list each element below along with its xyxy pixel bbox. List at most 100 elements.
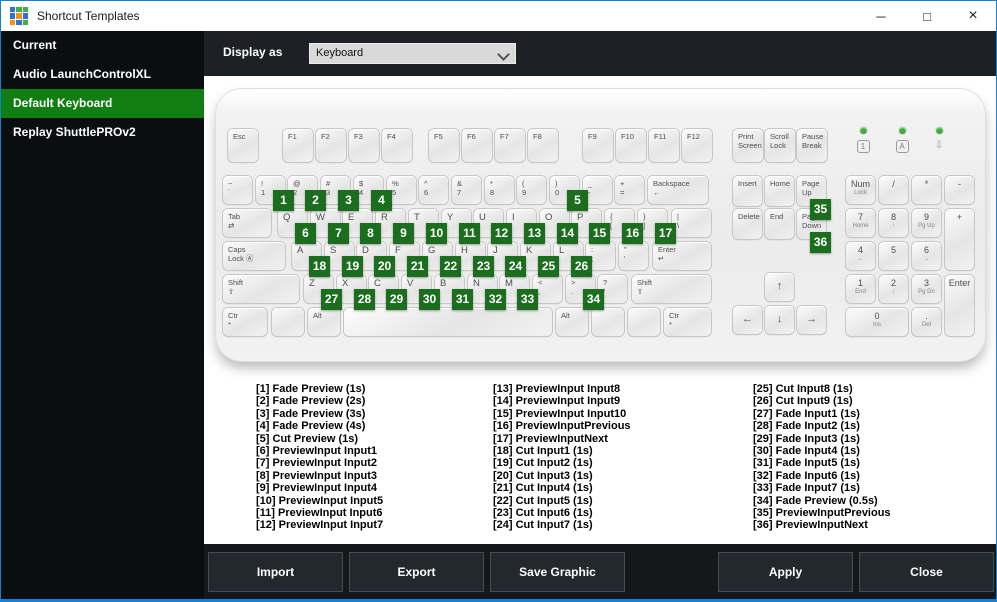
key-label: > [571, 278, 576, 287]
shortcut-badge-5: 5 [567, 190, 588, 211]
key-label: Shift [637, 278, 653, 287]
shortcut-badge-6: 6 [295, 223, 316, 244]
key-f12: F12 [682, 129, 712, 162]
sidebar-item-default-keyboard[interactable]: Default Keyboard [1, 89, 204, 118]
key-shift-left: Shift ⇧ [223, 275, 299, 303]
key-quote: " ' [619, 242, 648, 270]
chevron-down-icon [497, 48, 510, 61]
minimize-button[interactable]: ─ [858, 1, 904, 31]
key-label: 6 [923, 245, 929, 255]
key-label: * [228, 320, 231, 330]
key-label: ` [228, 188, 231, 198]
legend-column-2: [13] PreviewInput Input8 [14] PreviewInpu… [493, 383, 631, 532]
shortcut-badge-28: 28 [354, 289, 375, 310]
key-ctrl-right: Ctr * [664, 308, 711, 336]
key-label: \ [677, 221, 680, 231]
key-alt-left: Alt [308, 308, 340, 336]
key-label: 4 [857, 245, 863, 255]
key-f7: F7 [495, 129, 525, 162]
key-label: ⇧ [228, 287, 235, 297]
legend-item: [6] PreviewInput Input1 [256, 445, 378, 458]
key-label: Scroll [770, 132, 789, 141]
shortcut-badge-17: 17 [655, 223, 676, 244]
led-dot [935, 127, 943, 134]
caps-lock-led: A [891, 127, 913, 154]
legend-item: [15] PreviewInput Input10 [493, 407, 627, 420]
app-icon-square [22, 19, 28, 25]
key-label: : [591, 245, 594, 254]
display-as-dropdown[interactable]: Keyboard [309, 43, 516, 64]
legend-item: [34] Fade Preview (0.5s) [753, 494, 878, 507]
key-label: Page [802, 179, 820, 188]
close-button[interactable]: Close [859, 552, 994, 592]
sidebar-item-audio-launchcontrolxl[interactable]: Audio LaunchControlXL [1, 60, 204, 89]
key-label: ← [857, 256, 864, 263]
key-label: } [643, 212, 646, 221]
key-label: 1 [857, 278, 863, 288]
key-label: F6 [467, 132, 476, 141]
shortcut-badge-29: 29 [386, 289, 407, 310]
key-f1: F1 [283, 129, 313, 162]
key-backtick: ~ ` [223, 176, 252, 204]
export-button[interactable]: Export [349, 552, 484, 592]
key-label: F3 [354, 132, 363, 141]
key-np-period: . Del [912, 308, 941, 336]
keyboard: Esc F1 F2 F3 F4 F5 F6 F7 F8 F9 F10 F11 F12 Print Scree… [216, 89, 985, 361]
key-label: 9 [522, 188, 527, 198]
key-shift-right: Shift ⇧ [632, 275, 711, 303]
sidebar: Current Audio LaunchControlXL Default Keyb… [1, 31, 204, 599]
legend-item: [19] Cut Input2 (1s) [493, 457, 593, 470]
key-label: / [603, 287, 606, 297]
legend-item: [14] PreviewInput Input9 [493, 395, 621, 408]
legend-item: [5] Cut Preview (1s) [256, 432, 359, 445]
key-label: < [538, 278, 543, 287]
key-label: 9 [923, 212, 929, 222]
key-label: ! [261, 179, 264, 188]
shortcut-badge-21: 21 [407, 256, 428, 277]
shortcut-badge-22: 22 [440, 256, 461, 277]
key-print-screen: Print Screen [733, 129, 763, 162]
key-f5: F5 [429, 129, 459, 162]
key-label: * [669, 320, 672, 330]
shortcut-badge-35: 35 [810, 199, 831, 220]
key-label: 0 [874, 311, 880, 321]
legend-item: [25] Cut Input8 (1s) [753, 383, 853, 395]
key-1: ! 1 1 [256, 176, 294, 211]
legend-item: [27] Fade Input1 (1s) [753, 407, 860, 420]
key-q: Q6 [278, 209, 316, 244]
key-label: ⇄ [228, 221, 235, 231]
maximize-button[interactable]: □ [904, 1, 950, 31]
sidebar-item-current[interactable]: Current [1, 31, 204, 60]
num-lock-led: 1 [852, 127, 874, 154]
shortcut-badge-1: 1 [273, 190, 294, 211]
key-label: → [923, 256, 930, 263]
key-label: F9 [588, 132, 597, 141]
legend-item: [1] Fade Preview (1s) [256, 383, 366, 395]
key-label: * [924, 179, 929, 189]
key-np-5: 5 [879, 242, 908, 270]
key-label: Enter [658, 245, 676, 254]
close-button[interactable]: × [950, 1, 996, 31]
app-icon-square [10, 7, 16, 13]
legend-item: [35] PreviewInputPrevious [753, 507, 891, 520]
key-label: + [620, 179, 625, 188]
apply-button[interactable]: Apply [718, 552, 853, 592]
main-area: Display as Keyboard Esc F1 F2 F3 F4 F5 F6 F7 F8 F… [204, 31, 996, 599]
key-label: , [538, 287, 541, 297]
key-label: Ins [872, 322, 881, 329]
save-graphic-button[interactable]: Save Graphic [490, 552, 625, 592]
key-z: Z 27 [304, 275, 342, 310]
key-label: 5 [890, 245, 896, 255]
key-label: Num [850, 179, 870, 189]
sidebar-item-replay-shuttleprov2[interactable]: Replay ShuttlePROv2 [1, 118, 204, 147]
key-label: → [806, 313, 817, 326]
key-label: | [677, 212, 679, 221]
key-label: Print [738, 132, 754, 141]
shortcut-badge-24: 24 [505, 256, 526, 277]
shortcut-badge-26: 26 [571, 256, 592, 277]
import-button[interactable]: Import [208, 552, 343, 592]
key-arrow-left: ← [733, 306, 762, 334]
key-label: Pg Dn [918, 289, 935, 296]
key-label: 8 [490, 188, 495, 198]
app-body: Current Audio LaunchControlXL Default Keyb… [1, 31, 996, 599]
